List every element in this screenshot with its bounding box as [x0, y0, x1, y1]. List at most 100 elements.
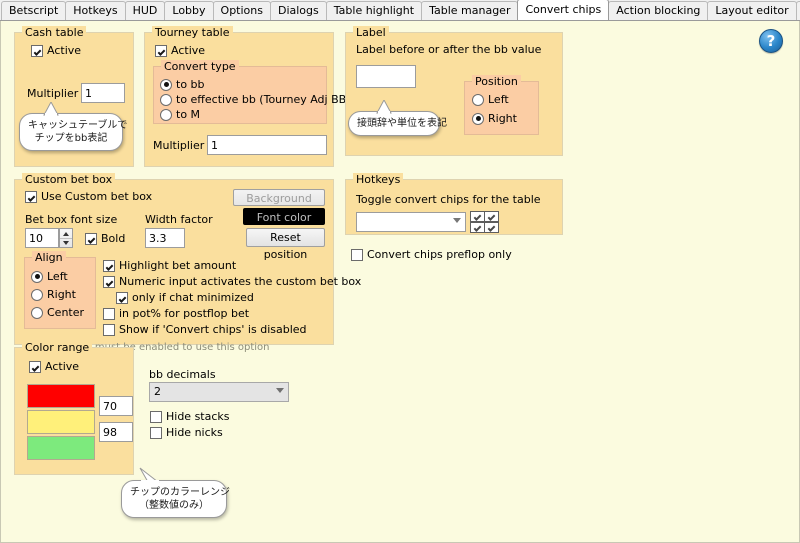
- tab-sng-registrator[interactable]: SnG registrator: [795, 1, 800, 20]
- hotkeys-caption: Hotkeys: [353, 173, 404, 186]
- spinner-down[interactable]: [60, 238, 72, 247]
- align-left-label: Left: [47, 270, 68, 283]
- grid-cell-2[interactable]: [483, 210, 499, 222]
- bet-box-font-size-input[interactable]: [25, 228, 59, 248]
- label-position-left[interactable]: Left: [472, 93, 509, 106]
- convert-type-option-to-m[interactable]: to M: [160, 108, 200, 121]
- hotkey-combo[interactable]: [356, 212, 466, 232]
- hide-stacks-checkbox[interactable]: Hide stacks: [150, 410, 230, 423]
- tourney-table-active-checkbox[interactable]: Active: [155, 44, 205, 57]
- convert-type-option-to-bb[interactable]: to bb: [160, 78, 205, 91]
- tab-hotkeys[interactable]: Hotkeys: [65, 1, 126, 20]
- grid-cell-1[interactable]: [469, 210, 485, 222]
- hotkeys-group: Hotkeys Toggle convert chips for the tab…: [345, 173, 563, 235]
- tab-lobby[interactable]: Lobby: [164, 1, 214, 20]
- tab-table-manager[interactable]: Table manager: [421, 1, 519, 20]
- convert-type-label-2: to M: [176, 108, 201, 121]
- tab-convert-chips[interactable]: Convert chips: [517, 0, 610, 20]
- convert-type-option-to-effective-bb[interactable]: to effective bb (Tourney Adj BB): [160, 93, 350, 106]
- width-factor-input[interactable]: [145, 228, 185, 248]
- hide-nicks-label: Hide nicks: [166, 426, 223, 439]
- color-swatch-red[interactable]: [27, 384, 95, 408]
- hide-stacks-label: Hide stacks: [166, 410, 230, 423]
- cash-table-callout: キャッシュテーブルで チップをbb表記: [19, 102, 127, 151]
- align-right-label: Right: [47, 288, 76, 301]
- bb-decimals-label: bb decimals: [149, 368, 216, 381]
- checkbox-box: [103, 307, 115, 320]
- checkbox-box: [29, 360, 41, 373]
- tab-hud[interactable]: HUD: [124, 1, 166, 20]
- in-pot-percent-checkbox[interactable]: in pot% for postflop bet: [103, 307, 249, 320]
- convert-type-label-1: to effective bb (Tourney Adj BB): [176, 93, 351, 106]
- convert-chips-preflop-only-label: Convert chips preflop only: [367, 248, 512, 261]
- spinner-up[interactable]: [60, 229, 72, 238]
- checkbox-box: [103, 275, 115, 288]
- checkbox-box: [116, 291, 128, 304]
- label-group-caption: Label: [353, 26, 389, 39]
- radio-dot: [160, 93, 172, 106]
- tab-betscript[interactable]: Betscript: [1, 1, 67, 20]
- color-range-active-label: Active: [45, 360, 80, 373]
- numeric-input-activates-checkbox[interactable]: Numeric input activates the custom bet b…: [103, 275, 361, 288]
- background-color-button[interactable]: Background color: [233, 189, 325, 222]
- color-range-active-checkbox[interactable]: Active: [29, 360, 79, 373]
- tab-table-highlight[interactable]: Table highlight: [325, 1, 423, 20]
- tab-layout-editor[interactable]: Layout editor: [707, 1, 797, 20]
- label-callout-text: 接頭辞や単位を表記: [357, 118, 447, 129]
- tab-dialogs[interactable]: Dialogs: [269, 1, 327, 20]
- use-custom-bet-box-label: Use Custom bet box: [41, 190, 153, 203]
- cash-table-active-label: Active: [47, 44, 82, 57]
- tab-bar: Betscript Hotkeys HUD Lobby Options Dialogs Ta…: [0, 0, 800, 21]
- label-callout: 接頭辞や単位を表記: [348, 100, 447, 136]
- bold-checkbox[interactable]: Bold: [85, 232, 125, 245]
- grid-cell-3[interactable]: [469, 221, 485, 233]
- checkbox-box: [150, 426, 162, 439]
- callout-tail: [376, 100, 392, 114]
- convert-chips-preflop-only-checkbox[interactable]: Convert chips preflop only: [351, 248, 512, 261]
- label-description: Label before or after the bb value: [356, 43, 542, 56]
- radio-dot: [472, 93, 484, 106]
- tourney-table-active-label: Active: [171, 44, 206, 57]
- settings-page: ? Cash table Active Multiplier キャッシュテーブル…: [0, 21, 800, 543]
- help-icon[interactable]: ?: [759, 29, 783, 53]
- convert-type-group: Convert type to bb to effective bb (Tour…: [153, 60, 350, 124]
- cash-multiplier-input[interactable]: [81, 83, 125, 103]
- tab-action-blocking[interactable]: Action blocking: [608, 1, 709, 20]
- label-position-caption: Position: [472, 75, 521, 88]
- bb-decimals-combo[interactable]: 2: [149, 382, 289, 402]
- color-range-callout-line1: チップのカラーレンジ: [130, 487, 230, 498]
- hide-nicks-checkbox[interactable]: Hide nicks: [150, 426, 223, 439]
- cash-table-active-checkbox[interactable]: Active: [31, 44, 81, 57]
- tab-options[interactable]: Options: [212, 1, 271, 20]
- hotkey-grid-button[interactable]: [469, 210, 500, 233]
- color-range-threshold-2[interactable]: [99, 422, 133, 442]
- show-if-convert-disabled-label: Show if 'Convert chips' is disabled: [119, 323, 307, 336]
- checkbox-box: [150, 410, 162, 423]
- color-swatch-green[interactable]: [27, 436, 95, 460]
- use-custom-bet-box-checkbox[interactable]: Use Custom bet box: [25, 190, 152, 203]
- checkbox-box: [351, 248, 363, 261]
- callout-tail: [139, 467, 160, 483]
- tourney-multiplier-label: Multiplier: [153, 139, 205, 152]
- bet-box-font-size-spinner[interactable]: [59, 228, 73, 248]
- highlight-bet-amount-checkbox[interactable]: Highlight bet amount: [103, 259, 236, 272]
- color-range-threshold-1[interactable]: [99, 396, 133, 416]
- radio-dot: [160, 78, 172, 91]
- align-center[interactable]: Center: [31, 306, 84, 319]
- align-right[interactable]: Right: [31, 288, 76, 301]
- chevron-down-icon: [276, 388, 284, 394]
- color-swatch-yellow[interactable]: [27, 410, 95, 434]
- font-color-button[interactable]: Font color: [243, 208, 325, 225]
- align-group: Align Left Right Center: [24, 251, 96, 329]
- tourney-multiplier-input[interactable]: [207, 135, 327, 155]
- grid-cell-4[interactable]: [483, 221, 499, 233]
- align-left[interactable]: Left: [31, 270, 68, 283]
- reset-position-button[interactable]: Reset position: [246, 228, 325, 261]
- bold-label: Bold: [101, 232, 126, 245]
- convert-type-label-0: to bb: [176, 78, 205, 91]
- label-value-input[interactable]: [356, 65, 416, 88]
- show-if-convert-disabled-checkbox[interactable]: Show if 'Convert chips' is disabled: [103, 323, 307, 336]
- label-position-right[interactable]: Right: [472, 112, 517, 125]
- toggle-convert-chips-label: Toggle convert chips for the table: [356, 193, 541, 206]
- only-if-chat-minimized-checkbox[interactable]: only if chat minimized: [116, 291, 254, 304]
